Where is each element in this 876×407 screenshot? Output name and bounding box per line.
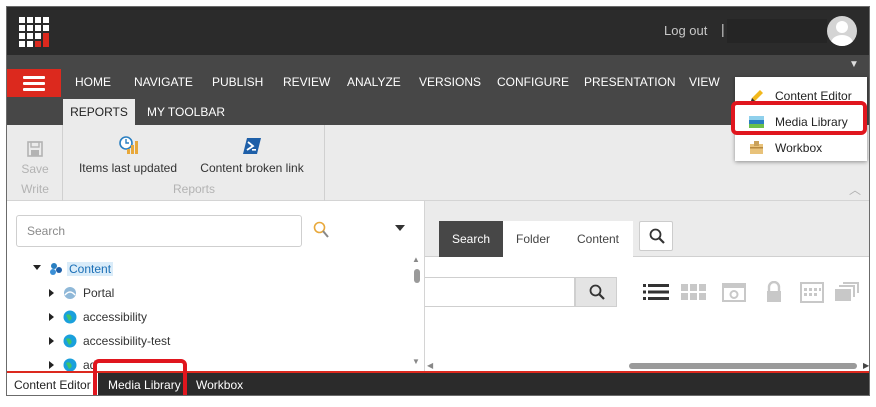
media-search-button[interactable] <box>575 277 617 307</box>
search-tab-button[interactable] <box>639 221 673 251</box>
taskbar-workbox[interactable]: Workbox <box>189 373 250 395</box>
tab-publish[interactable]: PUBLISH <box>212 75 263 89</box>
grid-view-icon[interactable] <box>681 281 707 303</box>
media-tabs-bar: Search Folder Content <box>425 201 869 257</box>
menu-item-label: Workbox <box>775 141 823 155</box>
chevron-down-icon[interactable]: ▼ <box>849 59 859 70</box>
tree-dropdown-icon[interactable] <box>395 225 405 231</box>
items-last-updated-label: Items last updated <box>78 161 178 175</box>
taskbar-content-editor[interactable]: Content Editor <box>7 373 98 395</box>
expand-right-icon[interactable] <box>49 337 54 345</box>
save-button[interactable]: Save <box>7 162 63 176</box>
media-search-input[interactable] <box>425 277 575 307</box>
tab-presentation[interactable]: PRESENTATION <box>584 75 676 89</box>
content-icon <box>50 263 62 275</box>
portal-icon <box>64 287 76 299</box>
topbar-separator: | <box>721 21 725 37</box>
tab-versions[interactable]: VERSIONS <box>419 75 481 89</box>
tree-search-input[interactable] <box>16 215 302 247</box>
tree-item-label: accessibility-test <box>83 334 171 348</box>
lock-icon[interactable] <box>761 281 787 303</box>
tab-analyze[interactable]: ANALYZE <box>347 75 401 89</box>
scroll-left-icon[interactable]: ◀ <box>427 361 433 370</box>
tab-reports[interactable]: REPORTS <box>63 99 135 125</box>
tab-folder[interactable]: Folder <box>503 221 563 257</box>
expand-right-icon[interactable] <box>49 289 54 297</box>
powershell-icon <box>243 138 261 154</box>
hamburger-menu-button[interactable] <box>7 69 61 97</box>
tree-item-label: Portal <box>83 286 115 300</box>
search-icon <box>649 228 665 244</box>
expand-right-icon[interactable] <box>49 361 54 369</box>
stacked-views-icon[interactable] <box>835 281 861 303</box>
tree-item-accessibility-test[interactable]: accessibility-test <box>7 331 207 351</box>
reports-group-label: Reports <box>172 182 216 196</box>
expand-right-icon[interactable] <box>49 313 54 321</box>
tab-review[interactable]: REVIEW <box>283 75 330 89</box>
globe-icon <box>63 358 77 371</box>
scrollbar-thumb[interactable] <box>414 269 420 283</box>
top-bar: Log out | <box>7 7 869 55</box>
user-name-box <box>727 19 827 43</box>
avatar-icon[interactable] <box>827 16 857 46</box>
tab-navigate[interactable]: NAVIGATE <box>134 75 193 89</box>
tab-view[interactable]: VIEW <box>689 75 720 89</box>
calendar-icon[interactable] <box>799 281 825 303</box>
hamburger-line <box>23 76 45 79</box>
tab-search[interactable]: Search <box>439 221 503 257</box>
hamburger-line <box>23 82 45 85</box>
scroll-right-icon[interactable]: ▶ <box>863 361 869 370</box>
workbox-icon <box>750 141 763 154</box>
tab-my-toolbar[interactable]: MY TOOLBAR <box>147 105 225 119</box>
tab-home[interactable]: HOME <box>75 75 111 89</box>
media-panel: Search Folder Content ◀ ▶ <box>425 201 869 371</box>
search-icon <box>589 284 605 300</box>
tab-content[interactable]: Content <box>563 221 633 257</box>
preview-icon[interactable] <box>721 281 747 303</box>
write-group-label: Write <box>21 182 49 196</box>
globe-icon <box>63 310 77 324</box>
scroll-up-icon[interactable]: ▲ <box>412 255 420 264</box>
content-tree-panel: Content Portal accessibility access <box>7 201 425 371</box>
items-last-updated-button[interactable]: Items last updated <box>75 131 181 179</box>
taskbar-highlight-box <box>93 359 187 395</box>
tree-vertical-scrollbar[interactable]: ▲ ▼ <box>411 253 421 369</box>
menu-highlight-box <box>731 101 867 135</box>
content-broken-link-label: Content broken link <box>200 161 304 175</box>
tree-item-label: accessibility <box>83 310 148 324</box>
tree-item-accessibility[interactable]: accessibility <box>7 307 177 327</box>
tab-configure[interactable]: CONFIGURE <box>497 75 569 89</box>
sitecore-logo-icon[interactable] <box>19 17 49 47</box>
horizontal-scrollbar-thumb[interactable] <box>629 363 857 369</box>
tree-item-content[interactable]: Content <box>7 259 127 279</box>
tree-item-portal[interactable]: Portal <box>7 283 157 303</box>
reports-group: Items last updated Content broken link R… <box>63 125 325 201</box>
write-group: Save Write <box>7 125 63 201</box>
tree-item-label: Content <box>67 262 114 276</box>
expand-down-icon[interactable] <box>33 265 41 270</box>
hamburger-line <box>23 88 45 91</box>
globe-icon <box>63 334 77 348</box>
list-view-icon[interactable] <box>643 281 669 303</box>
search-icon[interactable] <box>313 221 329 239</box>
logout-link[interactable]: Log out <box>664 23 707 38</box>
application-window: Log out | ▼ HOME NAVIGATE PUBLISH REVIEW… <box>6 6 870 396</box>
content-broken-link-button[interactable]: Content broken link <box>193 131 311 179</box>
menu-item-workbox[interactable]: Workbox <box>735 135 867 161</box>
save-icon <box>27 141 43 157</box>
collapse-ribbon-icon[interactable]: ︿ <box>849 181 861 198</box>
scroll-down-icon[interactable]: ▼ <box>412 357 420 366</box>
clock-report-icon <box>119 136 138 154</box>
